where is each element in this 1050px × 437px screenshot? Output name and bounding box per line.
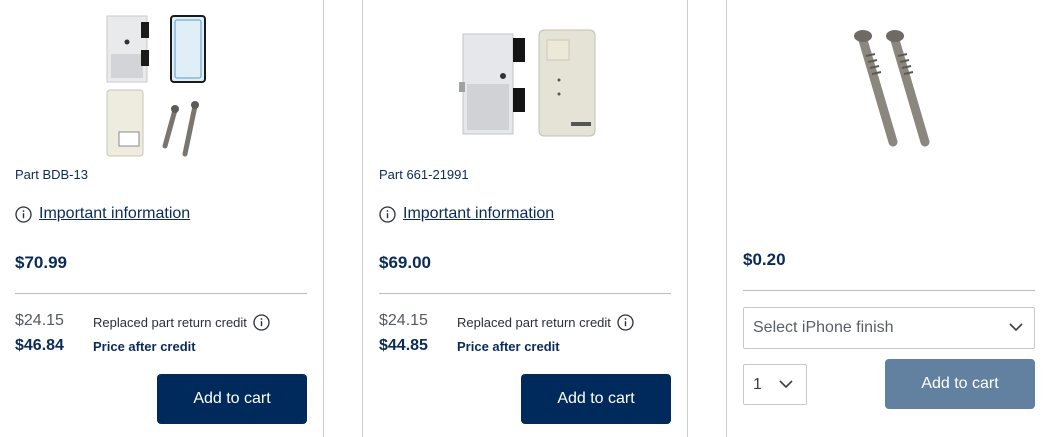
quantity-value: 1 [753, 375, 762, 393]
product-card: Part BDB-13 Important information $70.99… [15, 0, 307, 437]
screws-image[interactable] [823, 22, 953, 152]
important-information-label[interactable]: Important information [403, 205, 554, 223]
important-information-link[interactable]: Important information [379, 205, 554, 223]
return-credit-label: Replaced part return credit [93, 315, 247, 330]
add-to-cart-button[interactable]: Add to cart [521, 374, 671, 424]
important-information-link[interactable]: Important information [15, 205, 190, 223]
column-divider [323, 0, 324, 437]
product-card: $0.20 Select iPhone finish 1 Add to cart [743, 0, 1035, 437]
divider [15, 293, 307, 294]
add-to-cart-button[interactable]: Add to cart [157, 374, 307, 424]
iphone-finish-select-value: Select iPhone finish [753, 319, 894, 336]
chevron-down-icon [1009, 323, 1023, 332]
info-icon [15, 205, 32, 223]
info-icon [379, 205, 396, 223]
price-after-credit-label: Price after credit [457, 339, 560, 354]
info-icon[interactable] [617, 314, 634, 331]
price-after-credit-amount: $44.85 [379, 337, 428, 354]
return-credit-amount: $24.15 [379, 312, 428, 329]
return-credit-amount: $24.15 [15, 312, 64, 329]
info-icon[interactable] [253, 314, 270, 331]
product-price: $69.00 [379, 253, 431, 272]
product-price: $70.99 [15, 253, 67, 272]
column-divider [687, 0, 688, 437]
part-number: Part 661-21991 [379, 167, 469, 182]
price-after-credit-amount: $46.84 [15, 337, 64, 354]
part-number: Part BDB-13 [15, 167, 88, 182]
product-price: $0.20 [743, 250, 786, 269]
iphone-finish-select[interactable]: Select iPhone finish [743, 307, 1035, 349]
battery-repair-kit-image[interactable] [105, 12, 217, 162]
return-credit-label: Replaced part return credit [457, 315, 611, 330]
divider [379, 293, 671, 294]
chevron-down-icon [779, 380, 793, 389]
price-after-credit-label: Price after credit [93, 339, 196, 354]
column-divider [362, 0, 363, 437]
divider [743, 290, 1035, 291]
product-card: Part 661-21991 Important information $69… [379, 0, 671, 437]
battery-image[interactable] [459, 24, 599, 140]
important-information-label[interactable]: Important information [39, 205, 190, 223]
add-to-cart-button[interactable]: Add to cart [885, 359, 1035, 409]
quantity-select[interactable]: 1 [743, 364, 807, 405]
column-divider [726, 0, 727, 437]
